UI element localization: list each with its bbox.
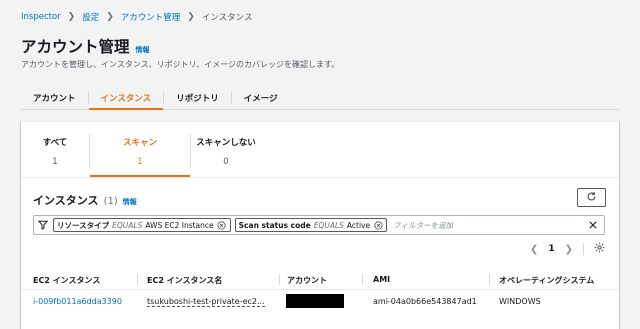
counter-value: 1: [52, 157, 58, 167]
filter-token-scan-status: Scan status code EQUALS Active: [234, 218, 388, 232]
token-key: リソースタイプ: [57, 220, 110, 230]
current-page[interactable]: 1: [548, 244, 554, 254]
settings-gear-icon[interactable]: [594, 242, 605, 256]
page-description: アカウントを管理し、インスタンス、リポジトリ、イメージのカバレッジを確認します。: [21, 60, 340, 69]
instances-panel: すべて 1 スキャン 1 スキャンしない 0 インスタンス (1) 情報 リソー…: [21, 121, 619, 329]
pagination: ❮ 1 ❯: [530, 242, 605, 256]
scan-counters: すべて 1 スキャン 1 スキャンしない 0: [21, 122, 619, 178]
filter-token-resource-type: リソースタイプ EQUALS AWS EC2 Instance: [53, 218, 231, 232]
pagination-divider: [583, 243, 584, 255]
next-page-icon[interactable]: ❯: [565, 244, 573, 255]
column-header-os[interactable]: オペレーティングシステム: [499, 275, 594, 286]
tab-repositories[interactable]: リポジトリ: [164, 86, 231, 109]
page-header: アカウント管理 情報: [21, 35, 150, 57]
token-value: AWS EC2 Instance: [145, 220, 214, 230]
chevron-right-icon: ❯: [187, 12, 195, 22]
filter-bar[interactable]: リソースタイプ EQUALS AWS EC2 Instance Scan sta…: [33, 215, 605, 235]
tab-instances[interactable]: インスタンス: [88, 86, 164, 110]
column-divider[interactable]: [137, 274, 138, 285]
page-title: アカウント管理: [21, 38, 130, 56]
account-redacted: [286, 294, 344, 308]
counter-value: 0: [223, 157, 229, 167]
token-operator: EQUALS: [112, 220, 143, 230]
breadcrumb: Inspector ❯ 設定 ❯ アカウント管理 ❯ インスタンス: [21, 11, 253, 23]
column-header-ami[interactable]: AMI: [373, 275, 390, 284]
operating-system: WINDOWS: [499, 297, 541, 306]
prev-page-icon[interactable]: ❮: [530, 244, 538, 255]
counter-label: すべて: [42, 138, 68, 148]
counter-all[interactable]: すべて 1: [21, 122, 89, 177]
column-divider[interactable]: [279, 274, 280, 285]
column-header-ec2-instance[interactable]: EC2 インスタンス: [33, 275, 100, 286]
instances-count: (1): [103, 196, 118, 207]
token-key: Scan status code: [238, 220, 311, 230]
table-header: EC2 インスタンス EC2 インスタンス名 アカウント AMI オペレーティン…: [21, 268, 619, 290]
column-divider[interactable]: [362, 274, 363, 285]
remove-token-icon[interactable]: [373, 220, 383, 230]
column-header-instance-name[interactable]: EC2 インスタンス名: [147, 275, 222, 286]
tab-images[interactable]: イメージ: [232, 86, 290, 109]
remove-token-icon[interactable]: [217, 220, 227, 230]
instances-header: インスタンス (1) 情報: [33, 192, 137, 208]
refresh-icon: [586, 191, 597, 205]
chevron-right-icon: ❯: [106, 12, 114, 22]
counter-not-scanned[interactable]: スキャンしない 0: [191, 122, 261, 177]
table-row: i-009fb011a6dda3390 tsukuboshi-test-priv…: [21, 290, 619, 312]
instances-title: インスタンス: [33, 194, 99, 207]
counter-value: 1: [137, 157, 143, 167]
tab-bar: アカウント インスタンス リポジトリ イメージ: [21, 86, 619, 110]
info-link[interactable]: 情報: [123, 197, 137, 207]
filter-icon: [37, 219, 49, 231]
breadcrumb-current: インスタンス: [201, 13, 253, 23]
breadcrumb-inspector[interactable]: Inspector: [21, 12, 61, 22]
breadcrumb-settings[interactable]: 設定: [82, 11, 99, 23]
column-header-account[interactable]: アカウント: [287, 275, 327, 286]
info-link[interactable]: 情報: [136, 45, 150, 55]
filter-input[interactable]: フィルターを追加: [393, 220, 453, 231]
ami-id: ami-04a0b66e543847ad1: [373, 297, 477, 306]
refresh-button[interactable]: [577, 188, 606, 207]
tab-accounts[interactable]: アカウント: [21, 86, 88, 109]
instance-name[interactable]: tsukuboshi-test-private-ec2...: [147, 297, 265, 307]
counter-scanned[interactable]: スキャン 1: [90, 122, 190, 177]
counter-label: スキャンしない: [196, 138, 256, 148]
counter-label: スキャン: [122, 138, 157, 148]
chevron-right-icon: ❯: [67, 12, 76, 22]
token-value: Active: [346, 220, 371, 230]
token-operator: EQUALS: [313, 220, 344, 230]
column-divider[interactable]: [489, 274, 490, 285]
instance-id-link[interactable]: i-009fb011a6dda3390: [33, 297, 122, 306]
breadcrumb-account-management[interactable]: アカウント管理: [121, 11, 181, 23]
clear-filters-icon[interactable]: [587, 219, 599, 231]
